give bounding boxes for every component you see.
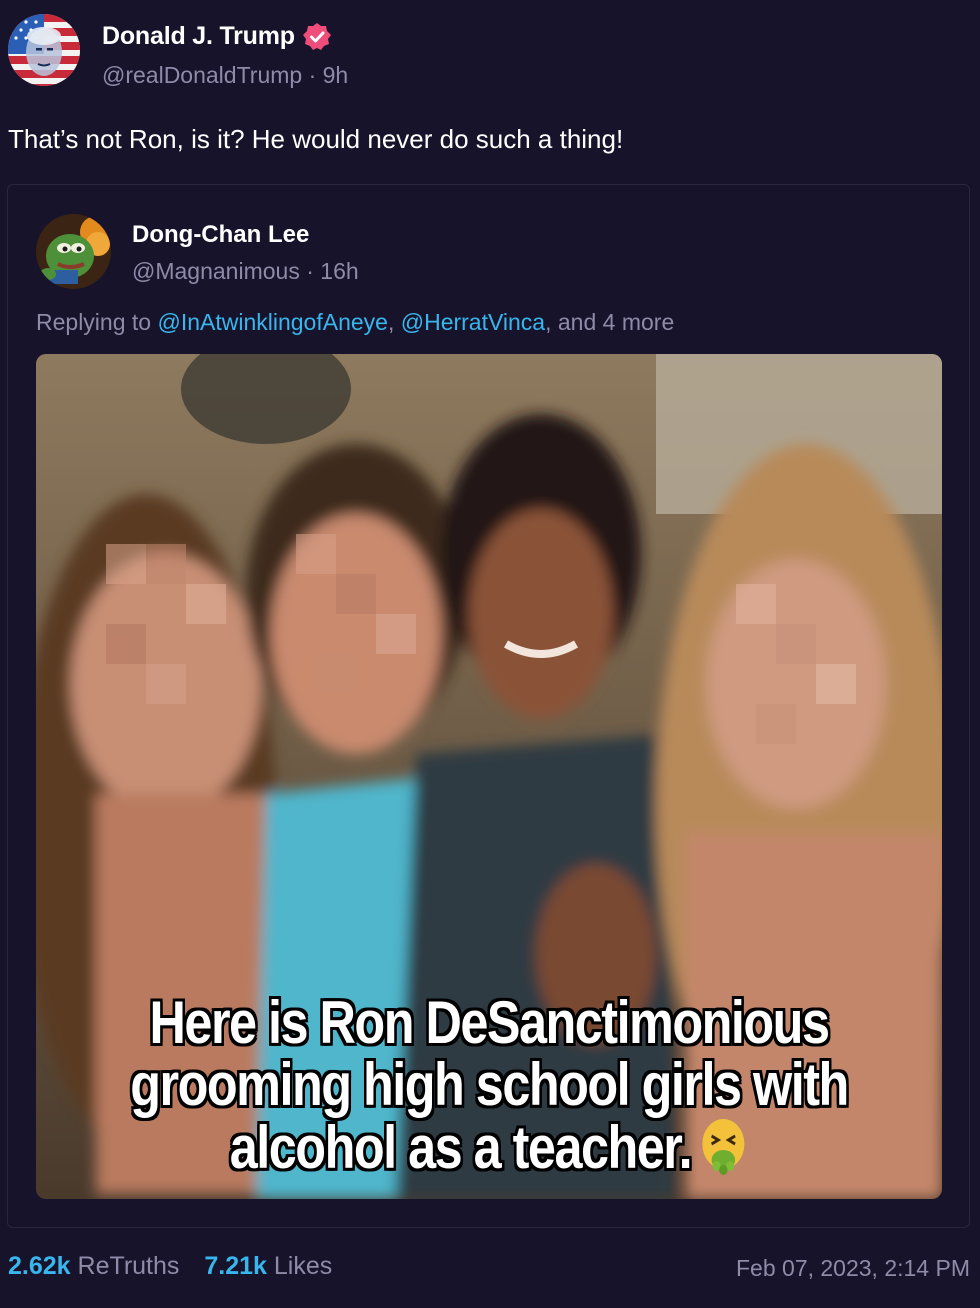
author-name[interactable]: Donald J. Trump <box>102 22 295 51</box>
quoted-post-card[interactable]: Dong-Chan Lee @Magnanimous · 16h Replyin… <box>7 184 970 1228</box>
likes-label[interactable]: Likes <box>274 1252 332 1280</box>
post-timestamp: Feb 07, 2023, 2:14 PM <box>736 1255 970 1281</box>
post-text: That’s not Ron, is it? He would never do… <box>8 124 624 154</box>
caption-line: alcohol as a teacher. <box>229 1114 693 1181</box>
quoted-author-avatar[interactable] <box>36 214 111 289</box>
caption-line: Here is Ron DeSanctimonious <box>149 989 830 1056</box>
author-meta: @realDonaldTrump · 9h <box>102 62 348 89</box>
retruths-count[interactable]: 2.62k <box>8 1252 71 1280</box>
meta-separator: · <box>299 258 321 284</box>
caption-line: grooming high school girls with <box>130 1051 849 1118</box>
quoted-author-name[interactable]: Dong-Chan Lee <box>132 221 309 249</box>
nauseated-face-icon <box>698 1116 748 1176</box>
replying-suffix[interactable]: , and 4 more <box>545 309 674 335</box>
verified-badge-icon <box>302 22 332 52</box>
mention-link[interactable]: @InAtwinklingofAneye <box>157 309 387 335</box>
replying-to-line: Replying to @InAtwinklingofAneye, @Herra… <box>36 309 674 336</box>
quoted-author-handle[interactable]: @Magnanimous <box>132 258 300 284</box>
image-caption: Here is Ron DeSanctimonious grooming hig… <box>108 992 869 1179</box>
retruths-label[interactable]: ReTruths <box>78 1252 180 1280</box>
frog-cartoon-avatar-icon <box>36 214 111 289</box>
quoted-author-meta: @Magnanimous · 16h <box>132 258 359 285</box>
author-avatar[interactable] <box>8 14 80 86</box>
mention-separator: , <box>387 309 401 335</box>
quoted-post-image[interactable]: Here is Ron DeSanctimonious grooming hig… <box>36 354 942 1199</box>
caption-line-with-emoji: alcohol as a teacher. <box>108 1116 869 1179</box>
likes-count[interactable]: 7.21k <box>204 1252 267 1280</box>
flag-portrait-avatar-icon <box>8 14 80 86</box>
replying-prefix: Replying to <box>36 309 158 335</box>
post-time-ago[interactable]: 9h <box>323 62 349 88</box>
post-header: Donald J. Trump @realDonaldTrump · 9h <box>8 14 972 94</box>
post-stats: 2.62k ReTruths 7.21k Likes <box>8 1252 350 1281</box>
meta-separator: · <box>302 62 323 88</box>
author-handle[interactable]: @realDonaldTrump <box>102 62 302 88</box>
quoted-time-ago[interactable]: 16h <box>320 258 358 284</box>
mention-link[interactable]: @HerratVinca <box>401 309 545 335</box>
